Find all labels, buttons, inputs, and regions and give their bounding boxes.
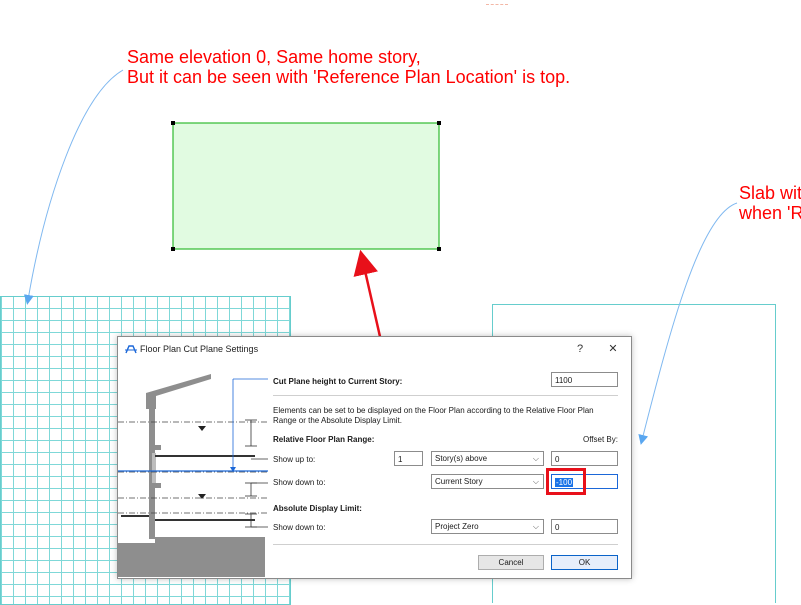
leader-arrow-right xyxy=(638,202,738,445)
help-button[interactable]: ? xyxy=(565,340,595,358)
abs-show-down-to-label: Show down to: xyxy=(273,523,326,532)
show-down-to-label: Show down to: xyxy=(273,478,326,487)
slab-rectangle xyxy=(172,122,440,250)
chevron-down-icon: ⌵ xyxy=(532,522,539,531)
dialog-titlebar: Floor Plan Cut Plane Settings ? ✕ xyxy=(118,337,631,361)
slab-vertex xyxy=(437,121,441,125)
highlight-box xyxy=(546,468,586,495)
offset-by-label: Offset By: xyxy=(583,435,618,444)
red-arrow xyxy=(353,249,383,342)
stories-count-input[interactable]: 1 xyxy=(394,451,423,466)
relative-range-heading: Relative Floor Plan Range: xyxy=(273,435,375,444)
divider xyxy=(273,395,618,396)
divider xyxy=(273,544,618,545)
show-up-to-select-value: Story(s) above xyxy=(435,454,488,463)
abs-offset-input[interactable]: 0 xyxy=(551,519,618,534)
range-brackets xyxy=(230,378,268,528)
ok-button[interactable]: OK xyxy=(551,555,618,570)
slab-vertex xyxy=(171,121,175,125)
abs-show-down-to-select[interactable]: Project Zero ⌵ xyxy=(431,519,544,534)
chevron-down-icon: ⌵ xyxy=(532,477,539,486)
cut-plane-icon xyxy=(125,345,137,354)
show-up-to-label: Show up to: xyxy=(273,455,316,464)
abs-select-value: Project Zero xyxy=(435,522,479,531)
chevron-down-icon: ⌵ xyxy=(532,454,539,463)
show-up-to-offset-input[interactable]: 0 xyxy=(551,451,618,466)
show-up-to-select[interactable]: Story(s) above ⌵ xyxy=(431,451,544,466)
show-down-to-select[interactable]: Current Story ⌵ xyxy=(431,474,544,489)
slab-vertex xyxy=(171,247,175,251)
close-button[interactable]: ✕ xyxy=(598,340,628,358)
cut-plane-label: Cut Plane height to Current Story: xyxy=(273,377,403,386)
show-down-to-select-value: Current Story xyxy=(435,477,483,486)
leader-arrow-left xyxy=(23,69,124,305)
dialog-title: Floor Plan Cut Plane Settings xyxy=(140,344,259,354)
description-text: Elements can be set to be displayed on t… xyxy=(273,406,594,425)
slab-vertex xyxy=(437,247,441,251)
cut-plane-height-input[interactable]: 1100 xyxy=(551,372,618,387)
cut-plane-dialog: Floor Plan Cut Plane Settings ? ✕ Cut Pl… xyxy=(117,336,632,579)
absolute-limit-heading: Absolute Display Limit: xyxy=(273,504,362,513)
cancel-button[interactable]: Cancel xyxy=(478,555,544,570)
